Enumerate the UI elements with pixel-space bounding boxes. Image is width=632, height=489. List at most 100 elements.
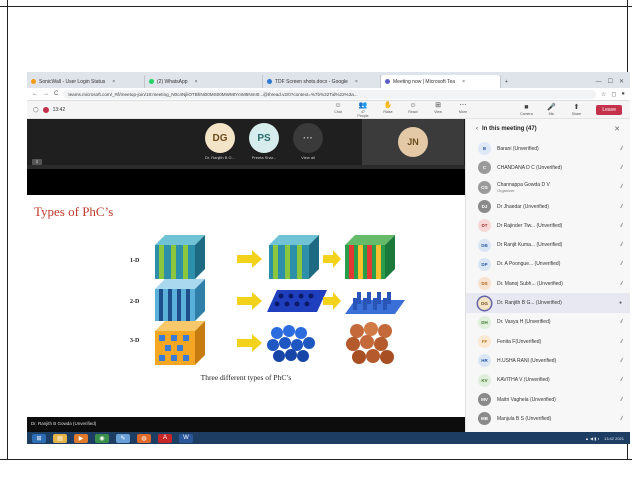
participant-row[interactable]: MB Manjula B S (Unverified) ⁄̸ bbox=[466, 409, 630, 428]
pin-icon[interactable]: ⇕ bbox=[32, 159, 42, 165]
participant-row[interactable]: DB Dr Ranjit Kuma... (Unverified) ⁄̸ bbox=[466, 235, 630, 254]
participant-row[interactable]: DS Dr. Manoj Subh... (Unverified) ⁄̸ bbox=[466, 274, 630, 293]
participant-row[interactable]: DH Dr. Vasya H (Unverified) ⁄̸ bbox=[466, 313, 630, 332]
chrome-icon[interactable]: ◉ bbox=[95, 433, 109, 443]
participant-row[interactable]: C CHANDANA D C (Unverified) ⁄̸ bbox=[466, 158, 630, 177]
firefox-icon[interactable]: ◍ bbox=[137, 433, 151, 443]
mic-off-icon: ⁄̸ bbox=[621, 164, 622, 171]
meeting-timer: 13:42 bbox=[52, 106, 66, 113]
profile-icon[interactable]: ● bbox=[621, 91, 625, 97]
avatar: DJ bbox=[478, 200, 491, 214]
more-button[interactable]: ⋯ More bbox=[452, 102, 474, 118]
avatar: DB bbox=[478, 238, 491, 252]
participants-panel: ‹ In this meeting (47) ✕ B Barani (Unveri… bbox=[465, 119, 630, 432]
bookmark-icon[interactable]: ☆ bbox=[601, 91, 606, 98]
participant-name: H.USHA RANI (Unverified) bbox=[497, 358, 617, 364]
mic-off-icon: ⁄̸ bbox=[621, 145, 622, 152]
participant-row[interactable]: B Barani (Unverified) ⁄̸ bbox=[466, 139, 630, 158]
mic-button[interactable]: 🎤 Mic bbox=[540, 104, 562, 116]
shared-slide: Types of PhC’s 1-D 2-D 3-D Three differe… bbox=[27, 195, 465, 417]
phc-illustration bbox=[155, 235, 405, 365]
participant-name-text: Dr Rajinder Tiw... (Unverified) bbox=[497, 222, 563, 229]
browser-tab-strip: SonicWall - User Login Status × (2) WhatsA… bbox=[27, 72, 630, 88]
share-letterbox-bottom: Dr. Ranjith B Gowda (Unverified) bbox=[27, 417, 465, 432]
arrow-icon bbox=[237, 334, 262, 352]
participant-row[interactable]: DT Dr Rajinder Tiw... (Unverified) ⁄̸ bbox=[466, 216, 630, 235]
participant-row[interactable]: DJ Dr Jhaedar (Unverified) ⁄̸ bbox=[466, 197, 630, 216]
browser-tab[interactable]: Meeting now | Microsoft Tea × bbox=[381, 75, 501, 88]
close-icon[interactable]: ✕ bbox=[614, 125, 620, 133]
participant-row[interactable]: FF Fenita F(Unverified) ⁄̸ bbox=[466, 332, 630, 351]
start-icon[interactable]: ⊞ bbox=[32, 433, 46, 443]
system-tray: ▲ ◀ ▮ ◐ 13:42 2021 bbox=[585, 436, 630, 441]
participant-row[interactable]: DG Dr. Ranjith B G... (Unverified) ● bbox=[466, 293, 630, 313]
browser-tab[interactable]: SonicWall - User Login Status × bbox=[27, 75, 145, 88]
meeting-toolbar: ◯ 13:42 ☺ Chat 👥 47 People ✋ Raise ☺ React ⊞ View ⋯… bbox=[27, 101, 630, 119]
participant-tile-jn[interactable]: JN bbox=[362, 119, 464, 165]
shield-icon: ◯ bbox=[33, 106, 39, 113]
close-window-icon[interactable]: ✕ bbox=[619, 78, 624, 85]
button-label: Camera bbox=[519, 111, 533, 116]
participant-tile[interactable]: PS Preeta Shar... bbox=[243, 123, 285, 163]
raise-button[interactable]: ✋ Raise bbox=[377, 102, 399, 118]
participant-row[interactable]: DP Dr. A Poongue... (Unverified) ⁄̸ bbox=[466, 255, 630, 274]
tab-favicon-icon bbox=[385, 79, 390, 84]
participant-name: Dr Rajinder Tiw... (Unverified) bbox=[497, 223, 617, 229]
react-button[interactable]: ☺ React bbox=[402, 102, 424, 118]
participant-name-text: Dr. Manoj Subh... (Unverified) bbox=[497, 280, 563, 287]
tray-icons[interactable]: ▲ ◀ ▮ ◐ bbox=[585, 436, 600, 441]
back-icon[interactable]: ← bbox=[32, 91, 38, 97]
chevron-left-icon[interactable]: ‹ bbox=[476, 126, 478, 132]
participant-row[interactable]: KV KAVITHA V (Unverified) ⁄̸ bbox=[466, 371, 630, 390]
new-tab-button[interactable]: + bbox=[501, 75, 512, 88]
participant-name: Barani (Unverified) bbox=[497, 146, 617, 152]
participant-name: Fenita F(Unverified) bbox=[497, 339, 617, 345]
react-icon: ☺ bbox=[409, 101, 417, 109]
button-label: View bbox=[434, 109, 442, 114]
paint-icon[interactable]: ✎ bbox=[116, 433, 130, 443]
browser-tab[interactable]: TDF Screen shots.docx - Google × bbox=[263, 75, 381, 88]
participant-name: Channappa Gowda D V Organizer bbox=[497, 182, 617, 193]
participant-row[interactable]: HR H.USHA RANI (Unverified) ⁄̸ bbox=[466, 351, 630, 370]
url-field[interactable]: teams.microsoft.com/_#/l/meetup-join/19:… bbox=[63, 89, 596, 99]
explorer-icon[interactable]: ▤ bbox=[53, 433, 67, 443]
meeting-stage: DG Dr. Ranjith B G... PS Preeta Shar... ··· V… bbox=[27, 119, 465, 432]
participant-tile[interactable]: DG Dr. Ranjith B G... bbox=[199, 123, 241, 163]
participant-name: View all bbox=[301, 155, 315, 160]
leave-button[interactable]: Leave bbox=[596, 104, 622, 115]
close-icon[interactable]: × bbox=[112, 79, 115, 85]
close-icon[interactable]: × bbox=[462, 79, 465, 85]
mic-off-icon: ⁄̸ bbox=[621, 319, 622, 326]
reload-icon[interactable]: C bbox=[54, 91, 58, 97]
tab-favicon-icon bbox=[31, 79, 36, 84]
avatar: DS bbox=[478, 277, 491, 291]
acrobat-icon[interactable]: A bbox=[158, 433, 172, 443]
share-button[interactable]: ⬆ Share bbox=[565, 104, 587, 116]
word-icon[interactable]: W bbox=[179, 433, 193, 443]
phc-3d-spheres-blue bbox=[267, 325, 315, 362]
participant-tile[interactable]: ··· View all bbox=[287, 123, 329, 163]
button-label: More bbox=[458, 109, 468, 114]
participant-row[interactable]: CG Channappa Gowda D V Organizer ⁄̸ bbox=[466, 178, 630, 197]
maximize-icon[interactable]: ☐ bbox=[608, 78, 613, 85]
participant-name-text: Fenita F(Unverified) bbox=[497, 338, 542, 345]
mic-off-icon: ⁄̸ bbox=[621, 357, 622, 364]
participant-row[interactable]: MV Maitri Vaghela (Unverified) ⁄̸ bbox=[466, 390, 630, 409]
participant-name-text: Channappa Gowda D V bbox=[497, 181, 550, 188]
phc-1d-cube bbox=[155, 235, 205, 279]
close-icon[interactable]: × bbox=[355, 79, 358, 85]
camera-button[interactable]: ■ Camera bbox=[515, 104, 537, 116]
close-icon[interactable]: × bbox=[195, 79, 198, 85]
view-button[interactable]: ⊞ View bbox=[427, 102, 449, 118]
raise-hand-icon: ✋ bbox=[383, 101, 393, 109]
media-icon[interactable]: ▶ bbox=[74, 433, 88, 443]
participant-name: Dr. A Poongue... (Unverified) bbox=[497, 261, 617, 267]
browser-tab[interactable]: (2) WhatsApp × bbox=[145, 75, 263, 88]
minimize-icon[interactable]: — bbox=[596, 79, 602, 85]
participant-name: Dr. Ranjith B G... bbox=[204, 155, 235, 160]
forward-icon[interactable]: → bbox=[43, 91, 49, 97]
people-button[interactable]: 👥 47 People bbox=[352, 102, 374, 118]
extensions-icon[interactable]: ◻ bbox=[611, 91, 616, 98]
participant-name-text: H.USHA RANI (Unverified) bbox=[497, 357, 557, 364]
chat-button[interactable]: ☺ Chat bbox=[327, 102, 349, 118]
